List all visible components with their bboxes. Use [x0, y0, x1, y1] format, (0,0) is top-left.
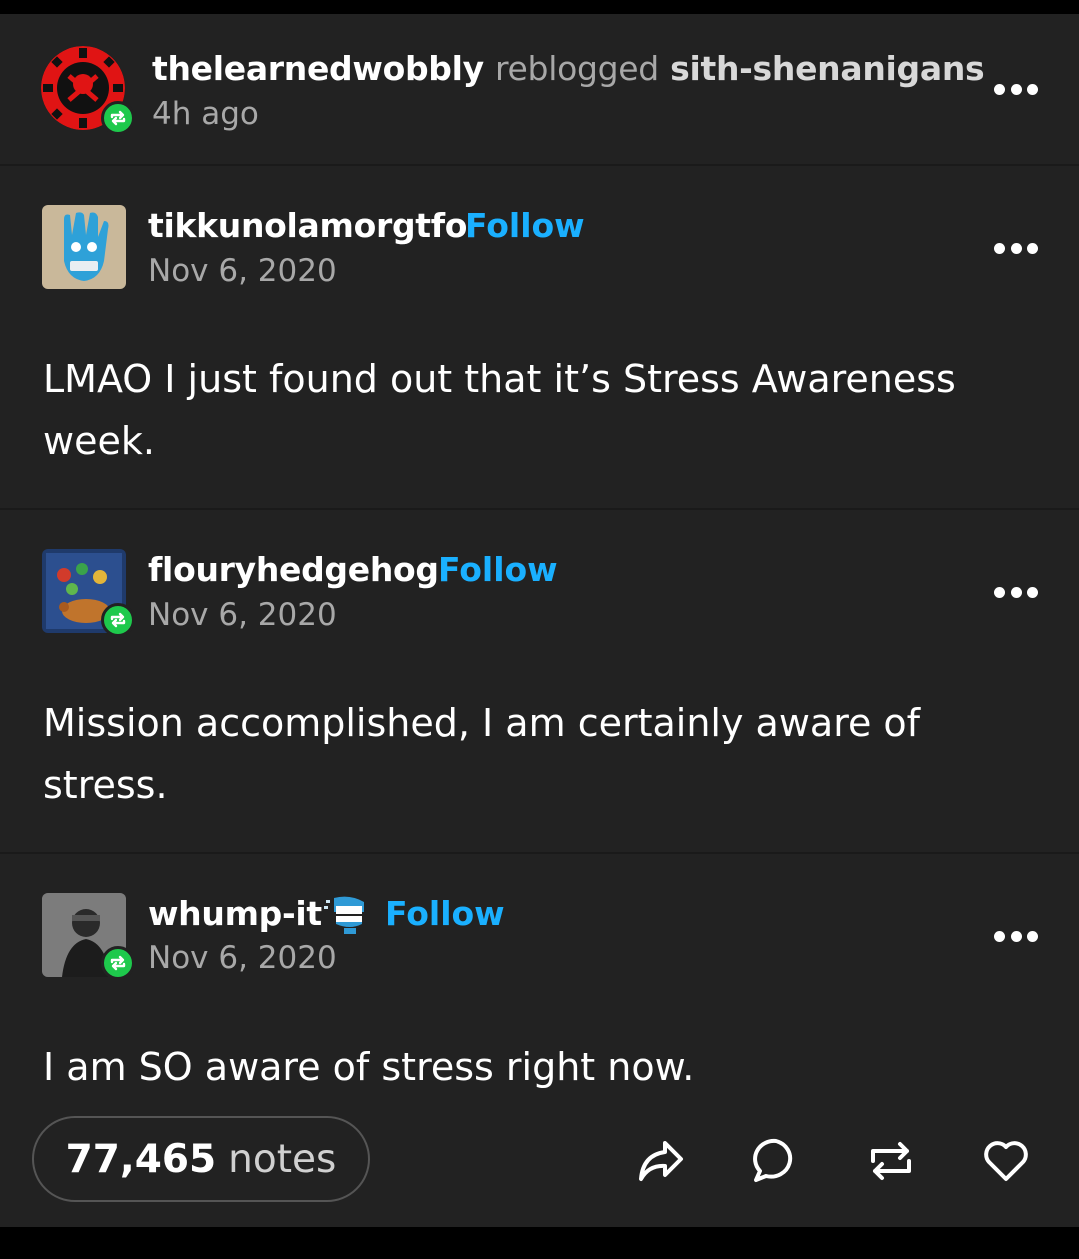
post-text: I am SO aware of stress right now. [43, 1045, 695, 1089]
divider [0, 164, 1079, 166]
post-text: LMAO I just found out that it’s Stress A… [43, 357, 956, 463]
source-blog-name[interactable]: sith-shenanigans [670, 49, 985, 88]
reblogger-name[interactable]: thelearnedwobbly [152, 49, 484, 88]
notes-button[interactable]: 77,465 notes [32, 1116, 370, 1202]
notes-count: 77,465 [65, 1136, 217, 1182]
username[interactable]: whump-it [148, 894, 322, 933]
more-options-icon[interactable] [994, 585, 1038, 599]
follow-button[interactable]: Follow [465, 206, 585, 245]
post-date: Nov 6, 2020 [148, 597, 337, 633]
reblogged-label: reblogged [495, 49, 659, 88]
post-date: Nov 6, 2020 [148, 940, 337, 976]
wind-up-teeth-icon [324, 894, 368, 936]
like-icon[interactable] [979, 1134, 1033, 1188]
notes-label: notes [228, 1136, 337, 1182]
reblog-time: 4h ago [152, 96, 259, 132]
follow-button[interactable]: Follow [438, 550, 558, 589]
divider [0, 852, 1079, 854]
reblog-line: thelearnedwobbly reblogged sith-shenanig… [152, 49, 985, 88]
divider [0, 508, 1079, 510]
username[interactable]: flouryhedgehog [148, 550, 439, 589]
post-date: Nov 6, 2020 [148, 253, 337, 289]
post-text: Mission accomplished, I am certainly awa… [43, 701, 921, 807]
reblog-badge-icon [101, 946, 135, 980]
share-icon[interactable] [634, 1134, 688, 1188]
avatar-tikkunolamorgtfo[interactable] [42, 205, 126, 289]
follow-button[interactable]: Follow [385, 894, 505, 933]
username[interactable]: tikkunolamorgtfo [148, 206, 467, 245]
reblog-badge-icon [101, 101, 135, 135]
reblog-icon[interactable] [864, 1134, 918, 1188]
reblog-badge-icon [101, 603, 135, 637]
more-options-icon[interactable] [994, 929, 1038, 943]
more-options-icon[interactable] [994, 82, 1038, 96]
reply-icon[interactable] [749, 1134, 803, 1188]
more-options-icon[interactable] [994, 241, 1038, 255]
